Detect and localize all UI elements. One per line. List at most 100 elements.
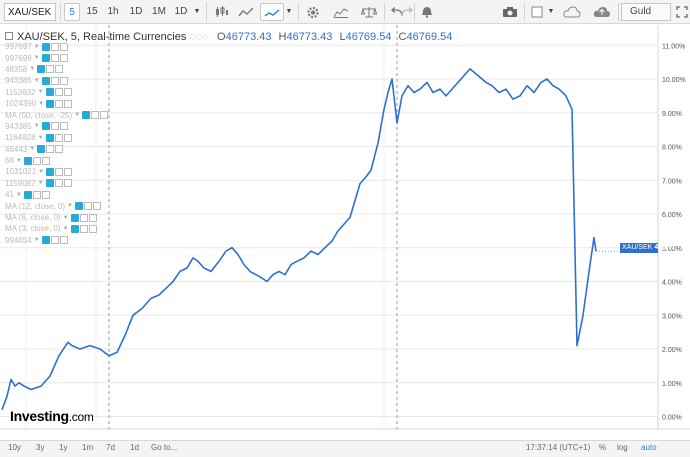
- interval-dropdown-icon[interactable]: ▼: [192, 3, 202, 21]
- indicator-dropdown-icon[interactable]: ▼: [38, 180, 44, 186]
- range-1y-button[interactable]: 1y: [59, 443, 67, 452]
- indicator-settings-icon[interactable]: [32, 190, 41, 199]
- indicator-visibility-icon[interactable]: [82, 111, 91, 120]
- indicator-dropdown-icon[interactable]: ▼: [34, 44, 40, 50]
- indicator-remove-icon[interactable]: [92, 202, 101, 211]
- indicator-remove-icon[interactable]: [63, 133, 72, 142]
- color-select-icon[interactable]: [528, 3, 546, 21]
- indicator-row[interactable]: 1164928 ▼: [5, 132, 108, 143]
- indicator-dropdown-icon[interactable]: ▼: [34, 55, 40, 61]
- indicator-remove-icon[interactable]: [88, 213, 97, 222]
- indicator-visibility-icon[interactable]: [70, 213, 79, 222]
- indicator-visibility-icon[interactable]: [41, 76, 50, 85]
- symbol-input[interactable]: [4, 3, 56, 21]
- indicator-remove-icon[interactable]: [64, 99, 73, 108]
- indicator-remove-icon[interactable]: [55, 65, 64, 74]
- indicator-remove-icon[interactable]: [41, 156, 50, 165]
- indicator-remove-icon[interactable]: [100, 111, 109, 120]
- indicator-visibility-icon[interactable]: [46, 167, 55, 176]
- alert-icon[interactable]: [418, 3, 436, 21]
- indicator-remove-icon[interactable]: [88, 224, 97, 233]
- indicator-dropdown-icon[interactable]: ▼: [63, 226, 69, 232]
- chart-type-icon[interactable]: [330, 3, 352, 21]
- interval-1d-button[interactable]: 1D: [127, 3, 145, 21]
- indicator-settings-icon[interactable]: [55, 99, 64, 108]
- indicator-settings-icon[interactable]: [54, 179, 63, 188]
- indicator-dropdown-icon[interactable]: ▼: [63, 215, 69, 221]
- indicator-visibility-icon[interactable]: [45, 88, 54, 97]
- indicator-dropdown-icon[interactable]: ▼: [34, 123, 40, 129]
- indicator-settings-icon[interactable]: [50, 76, 59, 85]
- indicator-remove-icon[interactable]: [59, 76, 68, 85]
- indicator-dropdown-icon[interactable]: ▼: [34, 237, 40, 243]
- indicator-row[interactable]: MA (50, close, -25) ▼: [5, 109, 109, 120]
- indicator-remove-icon[interactable]: [63, 88, 72, 97]
- color-dropdown-icon[interactable]: ▼: [546, 3, 556, 21]
- indicator-dropdown-icon[interactable]: ▼: [29, 66, 35, 72]
- indicator-remove-icon[interactable]: [63, 179, 72, 188]
- interval-15-button[interactable]: 15: [84, 3, 100, 21]
- log-toggle[interactable]: log: [617, 443, 628, 452]
- currency-select[interactable]: Guld: [621, 3, 671, 21]
- indicator-row[interactable]: 994654 ▼: [5, 235, 108, 246]
- indicator-visibility-icon[interactable]: [37, 65, 46, 74]
- percent-toggle[interactable]: %: [599, 443, 606, 452]
- indicator-remove-icon[interactable]: [59, 54, 68, 63]
- indicator-dropdown-icon[interactable]: ▼: [38, 135, 44, 141]
- line-style-icon[interactable]: [236, 3, 256, 21]
- indicator-row[interactable]: 1153632 ▼: [5, 87, 108, 98]
- indicator-visibility-icon[interactable]: [45, 133, 54, 142]
- indicator-row[interactable]: 1031021 ▼: [5, 166, 108, 177]
- indicator-visibility-icon[interactable]: [74, 202, 83, 211]
- legend-dots-icon[interactable]: ◌◌◌: [189, 31, 209, 43]
- indicator-remove-icon[interactable]: [59, 42, 68, 51]
- indicator-visibility-icon[interactable]: [41, 122, 50, 131]
- indicator-settings-icon[interactable]: [46, 145, 55, 154]
- indicator-row[interactable]: 68 ▼: [5, 155, 108, 166]
- interval-5-button[interactable]: 5: [64, 3, 80, 21]
- indicator-row[interactable]: MA (6, close, 0) ▼: [5, 212, 108, 223]
- collapse-legend-icon[interactable]: [5, 32, 13, 40]
- indicator-dropdown-icon[interactable]: ▼: [74, 112, 80, 118]
- indicator-settings-icon[interactable]: [79, 224, 88, 233]
- indicator-dropdown-icon[interactable]: ▼: [34, 78, 40, 84]
- compare-icon[interactable]: [358, 3, 380, 21]
- indicator-settings-icon[interactable]: [54, 88, 63, 97]
- fullscreen-icon[interactable]: [674, 3, 690, 21]
- indicator-row[interactable]: 1159087 ▼: [5, 178, 108, 189]
- indicator-visibility-icon[interactable]: [41, 236, 50, 245]
- range-7d-button[interactable]: 7d: [106, 443, 115, 452]
- indicator-dropdown-icon[interactable]: ▼: [29, 146, 35, 152]
- indicator-settings-icon[interactable]: [50, 122, 59, 131]
- indicator-row[interactable]: 997697 ▼: [5, 41, 108, 52]
- indicator-remove-icon[interactable]: [59, 236, 68, 245]
- indicator-settings-icon[interactable]: [54, 133, 63, 142]
- indicator-row[interactable]: 46443 ▼: [5, 144, 108, 155]
- candles-icon[interactable]: [212, 3, 232, 21]
- indicator-dropdown-icon[interactable]: ▼: [16, 192, 22, 198]
- indicator-dropdown-icon[interactable]: ▼: [38, 89, 44, 95]
- indicator-settings-icon[interactable]: [55, 167, 64, 176]
- interval-1m-button[interactable]: 1M: [150, 3, 168, 21]
- indicator-row[interactable]: MA (12, close, 0) ▼: [5, 200, 108, 211]
- indicator-visibility-icon[interactable]: [23, 190, 32, 199]
- indicator-dropdown-icon[interactable]: ▼: [38, 169, 44, 175]
- interval-1d-button-2[interactable]: 1D: [172, 3, 190, 21]
- indicator-visibility-icon[interactable]: [70, 224, 79, 233]
- indicator-remove-icon[interactable]: [59, 122, 68, 131]
- indicator-visibility-icon[interactable]: [46, 99, 55, 108]
- indicator-row[interactable]: 943385 ▼: [5, 121, 108, 132]
- indicator-visibility-icon[interactable]: [23, 156, 32, 165]
- indicator-remove-icon[interactable]: [55, 145, 64, 154]
- indicator-remove-icon[interactable]: [64, 167, 73, 176]
- indicator-row[interactable]: 41 ▼: [5, 189, 108, 200]
- indicator-settings-icon[interactable]: [50, 236, 59, 245]
- indicator-visibility-icon[interactable]: [41, 54, 50, 63]
- chart-style-dropdown-icon[interactable]: ▼: [284, 3, 294, 21]
- range-3y-button[interactable]: 3y: [36, 443, 44, 452]
- indicators-icon[interactable]: [260, 3, 284, 21]
- indicator-dropdown-icon[interactable]: ▼: [38, 101, 44, 107]
- indicator-settings-icon[interactable]: [91, 111, 100, 120]
- indicator-settings-icon[interactable]: [83, 202, 92, 211]
- indicator-dropdown-icon[interactable]: ▼: [67, 203, 73, 209]
